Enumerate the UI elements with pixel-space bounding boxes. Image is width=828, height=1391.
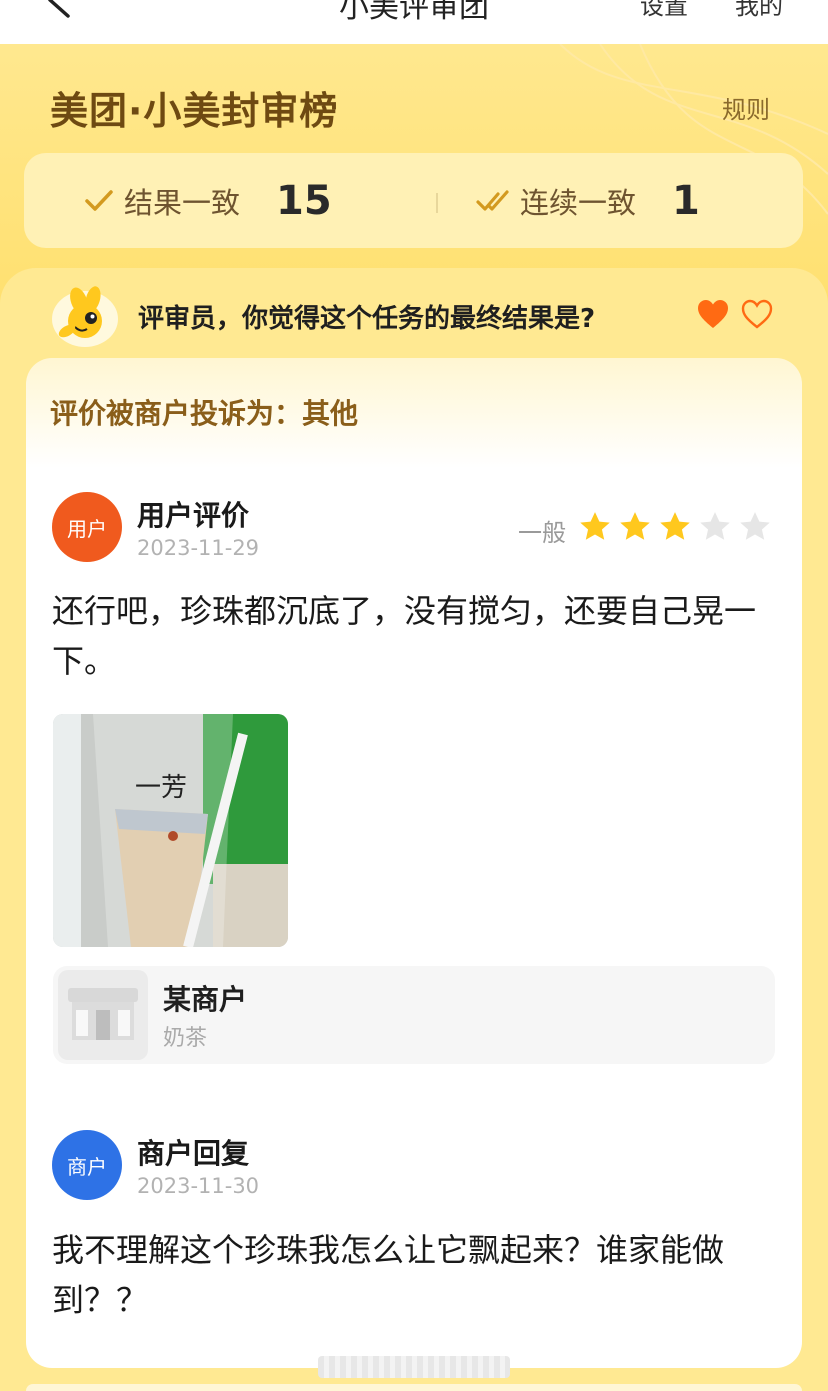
- double-check-icon: [476, 189, 509, 211]
- stat-consistent-label: 结果一致: [124, 185, 241, 220]
- stat-consistent-value: 15: [276, 177, 332, 224]
- user-review-text: 还行吧，珍珠都沉底了，没有搅匀，还要自己晃一下。: [52, 592, 757, 680]
- stat-streak-value: 1: [672, 177, 700, 224]
- merchant-category: 奶茶: [163, 1026, 208, 1051]
- complaint-reason: 评价被商户投诉为：其他: [50, 397, 359, 430]
- review-photo[interactable]: 一芳: [53, 714, 288, 947]
- merchant-reply-title: 商户回复: [137, 1137, 250, 1170]
- heart-filled-icon[interactable]: [696, 298, 730, 330]
- user-avatar: 用户: [52, 492, 122, 562]
- settings-link[interactable]: 设置: [640, 0, 688, 21]
- check-icon: [85, 189, 113, 211]
- star-icon: [620, 512, 650, 540]
- question-text: 评审员，你觉得这个任务的最终结果是?: [138, 304, 596, 334]
- photo-cup-text: 一芳: [135, 773, 187, 803]
- user-review-date: 2023-11-29: [137, 536, 260, 560]
- storefront-icon: [58, 970, 148, 1060]
- merchant-reply-text: 我不理解这个珍珠我怎么让它飘起来？谁家能做到？？: [52, 1231, 725, 1319]
- mascot-icon: [52, 286, 118, 347]
- rules-link[interactable]: 规则: [722, 90, 770, 125]
- stats-divider: [436, 193, 438, 213]
- top-navigation-bar: 小美评审团 设置 我的: [0, 0, 828, 44]
- star-icon: [740, 512, 770, 540]
- star-icon: [660, 512, 690, 540]
- mine-link[interactable]: 我的: [735, 0, 783, 21]
- next-card-edge: [26, 1384, 802, 1391]
- watermark: [318, 1356, 510, 1378]
- stats-card: 结果一致 15 连续一致 1: [24, 153, 803, 248]
- heart-outline-icon[interactable]: [740, 298, 774, 330]
- merchant-card[interactable]: 某商户 奶茶: [53, 966, 775, 1064]
- merchant-name: 某商户: [163, 983, 248, 1016]
- page-title: 小美评审团: [339, 0, 489, 25]
- merchant-reply-date: 2023-11-30: [137, 1174, 260, 1198]
- stat-streak: 连续一致 1: [476, 153, 700, 248]
- user-review-title: 用户评价: [137, 499, 250, 532]
- merchant-avatar: 商户: [52, 1130, 122, 1200]
- stat-consistent: 结果一致 15: [84, 153, 332, 248]
- star-icon: [580, 512, 610, 540]
- stat-streak-label: 连续一致: [520, 185, 637, 220]
- star-icon: [700, 512, 730, 540]
- star-rating: [578, 510, 778, 544]
- brand-title: 美团·小美封审榜: [50, 89, 339, 133]
- rating-word: 一般: [518, 519, 566, 547]
